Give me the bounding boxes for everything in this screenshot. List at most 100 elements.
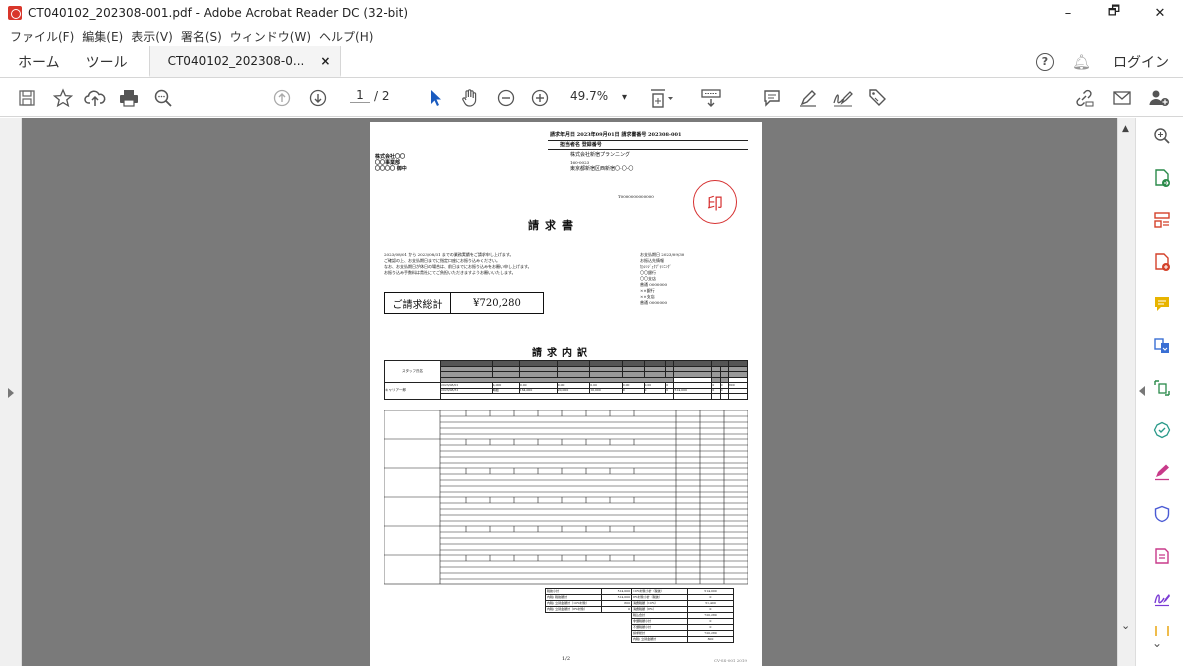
search-icon[interactable] bbox=[150, 79, 176, 117]
send-for-review-icon[interactable] bbox=[1152, 420, 1172, 440]
payment-line-4: 〇〇銀行 bbox=[640, 270, 656, 275]
zoom-chevron-down-icon: ▾ bbox=[621, 92, 627, 103]
keyboard-scroll-icon[interactable] bbox=[698, 79, 724, 117]
tab-home[interactable]: ホーム bbox=[0, 46, 73, 77]
comment-panel-icon[interactable] bbox=[1152, 294, 1172, 314]
scroll-down-icon[interactable]: ⌄ bbox=[1121, 619, 1130, 632]
add-user-icon[interactable] bbox=[1146, 79, 1172, 117]
menu-window[interactable]: ウィンドウ(W) bbox=[230, 28, 311, 45]
collapse-right-panel-icon[interactable] bbox=[1139, 386, 1145, 396]
table-cell: 内税) 立替金額計 bbox=[631, 636, 688, 643]
page-total-label: / 2 bbox=[374, 88, 390, 103]
empty-rows-grid bbox=[384, 410, 748, 585]
fill-sign-icon[interactable] bbox=[1152, 462, 1172, 482]
menu-help[interactable]: ヘルプ(H) bbox=[319, 28, 373, 45]
search-zoom-icon[interactable] bbox=[1152, 126, 1172, 146]
highlight-pen-icon[interactable] bbox=[796, 79, 820, 117]
total-amount-box: ご請求総計 ¥720,280 bbox=[384, 292, 544, 314]
staff-name-cell: キャリア一郎 bbox=[384, 382, 441, 400]
share-link-icon[interactable] bbox=[1070, 79, 1098, 117]
page-number-field[interactable]: 1 / 2 bbox=[350, 88, 390, 103]
header-rule bbox=[548, 140, 748, 141]
detail-table: スタッフ氏名 キャリア一郎 2023/08/01 4,000 0.00 0.00 0.0… bbox=[384, 360, 749, 400]
current-page-input[interactable]: 1 bbox=[350, 88, 370, 103]
sign-icon[interactable] bbox=[830, 79, 856, 117]
protect-shield-icon[interactable] bbox=[1152, 504, 1172, 524]
menu-bar: ファイル(F) 編集(E) 表示(V) 署名(S) ウィンドウ(W) ヘルプ(H… bbox=[0, 26, 1183, 46]
login-button[interactable]: ログイン bbox=[1113, 52, 1169, 72]
menu-file[interactable]: ファイル(F) bbox=[10, 28, 74, 45]
recipient-line-3: 〇〇〇〇 御中 bbox=[375, 166, 407, 172]
billing-period-text: 2023/08/01 から 2023/08/31 までの業務実績をご請求申し上げ… bbox=[384, 252, 514, 257]
tab-bar: ホーム ツール CT040102_202308-0... × ? 🔔︎ ログイン bbox=[0, 46, 1183, 78]
upload-cloud-icon[interactable] bbox=[82, 79, 108, 117]
scroll-up-icon[interactable]: ▲ bbox=[1122, 124, 1129, 134]
stamp-tag-icon[interactable] bbox=[866, 79, 890, 117]
save-icon[interactable] bbox=[14, 79, 40, 117]
staff-label-cell: スタッフ氏名 bbox=[384, 360, 441, 383]
fit-page-icon[interactable] bbox=[646, 79, 676, 117]
note-line-3: お振り込み手数料は貴社にてご負担いただきますようお願いいたします。 bbox=[384, 270, 516, 275]
invoice-title: 請求書 bbox=[528, 219, 579, 232]
page-number-label: 1/2 bbox=[561, 656, 571, 662]
organize-pages-icon[interactable] bbox=[1152, 210, 1172, 230]
bookmark-star-icon[interactable] bbox=[50, 79, 76, 117]
hand-tool-icon[interactable] bbox=[458, 79, 482, 117]
zoom-level-dropdown[interactable]: 49.7% ▾ bbox=[570, 89, 627, 103]
vertical-scrollbar[interactable]: ▲ ⌄ bbox=[1117, 118, 1135, 666]
zoom-level-value: 49.7% bbox=[570, 89, 609, 103]
acrobat-icon bbox=[8, 6, 22, 20]
restore-button[interactable]: 🗗 bbox=[1091, 0, 1137, 26]
expand-left-panel-icon[interactable] bbox=[8, 388, 14, 398]
request-signature-icon[interactable] bbox=[1152, 588, 1172, 608]
registration-number: T0000000000000 bbox=[618, 194, 654, 199]
issuer-line-1: 株式会社新宿プランニング bbox=[570, 152, 631, 158]
table-row: 内税) 立替金額計 800 bbox=[546, 636, 734, 643]
menu-view[interactable]: 表示(V) bbox=[131, 28, 173, 45]
toolbar: 1 / 2 49.7% ▾ bbox=[0, 79, 1183, 117]
window-title: CT040102_202308-001.pdf - Adobe Acrobat … bbox=[28, 6, 408, 20]
minimize-button[interactable]: – bbox=[1045, 0, 1091, 26]
close-button[interactable]: ✕ bbox=[1137, 0, 1183, 26]
help-icon[interactable]: ? bbox=[1035, 52, 1054, 71]
document-viewport[interactable]: 請求年月日 2023年09月01日 請求書番号 202308-001 担当者名 … bbox=[22, 118, 1117, 666]
menu-sign[interactable]: 署名(S) bbox=[181, 28, 222, 45]
invoice-header-line2: 担当者名 登録番号 bbox=[560, 142, 602, 148]
left-navigation-panel[interactable] bbox=[0, 118, 22, 666]
payment-line-2: お振込先情報 bbox=[640, 258, 664, 263]
bell-icon[interactable]: 🔔︎ bbox=[1072, 53, 1091, 71]
zoom-out-icon[interactable] bbox=[494, 79, 518, 117]
pdf-page: 請求年月日 2023年09月01日 請求書番号 202308-001 担当者名 … bbox=[370, 122, 762, 666]
previous-page-icon[interactable] bbox=[270, 79, 294, 117]
email-icon[interactable] bbox=[1110, 79, 1134, 117]
more-tools-chevron-down-icon[interactable]: ⌄ bbox=[1152, 636, 1162, 650]
payment-line-1: お支払期日 2023/09/30 bbox=[640, 252, 685, 257]
right-tools-panel: ⌄ bbox=[1135, 118, 1183, 666]
combine-files-icon[interactable] bbox=[1152, 336, 1172, 356]
table-cell: 800 bbox=[687, 636, 734, 643]
tab-tools[interactable]: ツール bbox=[73, 46, 141, 77]
print-icon[interactable] bbox=[116, 79, 142, 117]
next-page-icon[interactable] bbox=[306, 79, 330, 117]
account-area: ? 🔔︎ ログイン bbox=[1035, 46, 1183, 77]
title-bar: CT040102_202308-001.pdf - Adobe Acrobat … bbox=[0, 0, 1183, 26]
menu-edit[interactable]: 編集(E) bbox=[82, 28, 123, 45]
payment-line-9: 普通 0000000 bbox=[640, 300, 668, 305]
detail-title: 請求内訳 bbox=[532, 348, 592, 359]
comment-icon[interactable] bbox=[760, 79, 784, 117]
issuer-line-2: 160-0023 bbox=[570, 160, 590, 165]
tab-close-icon[interactable]: × bbox=[320, 54, 330, 68]
export-pdf-icon[interactable] bbox=[1152, 168, 1172, 188]
more-tools-partial-icon[interactable] bbox=[1152, 626, 1172, 636]
edit-pdf-icon[interactable] bbox=[1152, 378, 1172, 398]
zoom-in-icon[interactable] bbox=[528, 79, 552, 117]
create-pdf-icon[interactable] bbox=[1152, 252, 1172, 272]
select-cursor-icon[interactable] bbox=[424, 79, 448, 117]
window-controls: – 🗗 ✕ bbox=[1045, 0, 1183, 26]
prepare-form-icon[interactable] bbox=[1152, 546, 1172, 566]
total-label: ご請求総計 bbox=[385, 293, 451, 313]
note-line-2: なお、お支払期日が休日の場合は、前日までにお振り込みをお願い申し上げます。 bbox=[384, 264, 532, 269]
invoice-header-line1: 請求年月日 2023年09月01日 請求書番号 202308-001 bbox=[550, 132, 682, 138]
tab-document[interactable]: CT040102_202308-0... × bbox=[148, 46, 342, 77]
seal-stamp: 印 bbox=[693, 180, 737, 224]
